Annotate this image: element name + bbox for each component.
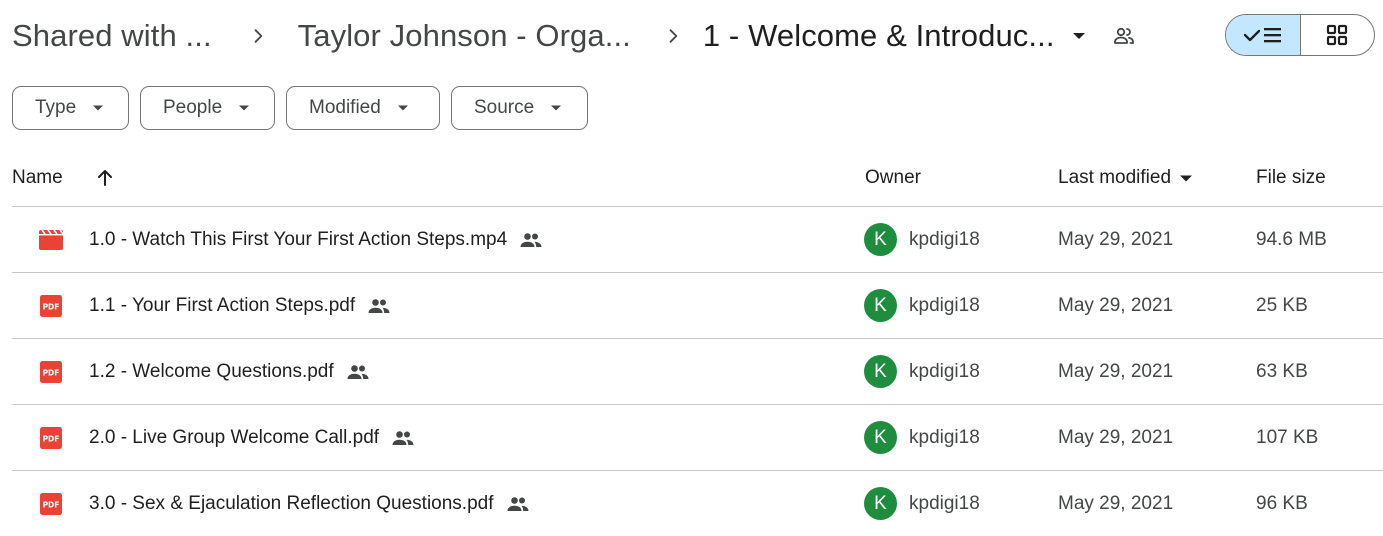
avatar: K — [864, 355, 897, 388]
list-view-button[interactable] — [1226, 15, 1301, 55]
chevron-right-icon — [663, 26, 683, 46]
pdf-file-icon: PDF — [38, 425, 64, 451]
pdf-file-icon: PDF — [38, 491, 64, 517]
people-icon — [367, 294, 391, 318]
sort-arrow-up-icon[interactable] — [93, 166, 117, 190]
caret-down-icon — [92, 102, 104, 114]
file-name[interactable]: 2.0 - Live Group Welcome Call.pdf — [89, 427, 379, 449]
table-row[interactable]: 1.0 - Watch This First Your First Action… — [12, 207, 1383, 273]
filter-people-chip[interactable]: People — [140, 86, 275, 130]
table-row[interactable]: PDF 1.2 - Welcome Questions.pdf K kpdigi… — [12, 339, 1383, 405]
caret-down-icon — [238, 102, 250, 114]
filter-people-label: People — [163, 97, 223, 118]
breadcrumb: Shared with ... Taylor Johnson - Orga...… — [12, 10, 1139, 62]
owner-name: kpdigi18 — [909, 360, 980, 382]
pdf-file-icon: PDF — [38, 293, 64, 319]
filter-bar: Type People Modified Source — [12, 86, 588, 130]
caret-down-icon — [397, 102, 409, 114]
filter-type-label: Type — [35, 97, 77, 118]
shared-folder-people-icon[interactable] — [1109, 21, 1139, 51]
table-row[interactable]: PDF 3.0 - Sex & Ejaculation Reflection Q… — [12, 471, 1383, 536]
svg-text:PDF: PDF — [43, 302, 60, 311]
chevron-right-icon — [248, 26, 268, 46]
modified-date: May 29, 2021 — [1058, 228, 1174, 250]
last-modified-column-header[interactable]: Last modified — [1058, 167, 1193, 189]
filter-modified-label: Modified — [309, 97, 381, 118]
video-file-icon — [38, 227, 64, 253]
filter-type-chip[interactable]: Type — [12, 86, 129, 130]
modified-date: May 29, 2021 — [1058, 492, 1174, 514]
last-modified-header-label: Last modified — [1058, 167, 1172, 188]
svg-text:PDF: PDF — [43, 434, 60, 443]
people-icon — [506, 492, 530, 516]
folder-actions-caret-down-icon[interactable] — [1065, 22, 1093, 50]
owner-name: kpdigi18 — [909, 492, 980, 514]
people-icon — [391, 426, 415, 450]
avatar: K — [864, 223, 897, 256]
file-size: 107 KB — [1256, 426, 1319, 448]
avatar: K — [864, 487, 897, 520]
owner-name: kpdigi18 — [909, 228, 980, 250]
modified-date: May 29, 2021 — [1058, 426, 1174, 448]
filter-modified-chip[interactable]: Modified — [286, 86, 440, 130]
grid-view-button[interactable] — [1301, 15, 1375, 55]
breadcrumb-current-folder[interactable]: 1 - Welcome & Introduc... — [703, 18, 1055, 54]
pdf-file-icon: PDF — [38, 359, 64, 385]
file-size: 63 KB — [1256, 360, 1308, 382]
breadcrumb-parent-folder[interactable]: Taylor Johnson - Orga... — [298, 18, 631, 54]
avatar: K — [864, 289, 897, 322]
avatar: K — [864, 421, 897, 454]
name-header-label: Name — [12, 167, 63, 188]
filter-source-chip[interactable]: Source — [451, 86, 588, 130]
file-size: 25 KB — [1256, 294, 1308, 316]
table-row[interactable]: PDF 1.1 - Your First Action Steps.pdf K … — [12, 273, 1383, 339]
file-size-column-header[interactable]: File size — [1256, 167, 1326, 189]
owner-column-header[interactable]: Owner — [865, 167, 921, 189]
view-toggle — [1225, 14, 1375, 56]
table-header: Name Owner Last modified File size — [12, 150, 1383, 207]
file-size: 94.6 MB — [1256, 228, 1327, 250]
people-icon — [519, 228, 543, 252]
file-name[interactable]: 1.1 - Your First Action Steps.pdf — [89, 295, 355, 317]
owner-name: kpdigi18 — [909, 426, 980, 448]
caret-down-icon — [1179, 171, 1193, 185]
breadcrumb-shared-with-me[interactable]: Shared with ... — [12, 18, 212, 54]
file-name[interactable]: 3.0 - Sex & Ejaculation Reflection Quest… — [89, 493, 494, 515]
check-list-view-icon — [1243, 28, 1281, 43]
file-size: 96 KB — [1256, 492, 1308, 514]
table-row[interactable]: PDF 2.0 - Live Group Welcome Call.pdf K … — [12, 405, 1383, 471]
modified-date: May 29, 2021 — [1058, 294, 1174, 316]
owner-name: kpdigi18 — [909, 294, 980, 316]
modified-date: May 29, 2021 — [1058, 360, 1174, 382]
caret-down-icon — [550, 102, 562, 114]
name-column-header[interactable]: Name — [12, 167, 63, 189]
grid-view-icon — [1327, 24, 1348, 46]
svg-text:PDF: PDF — [43, 368, 60, 377]
file-name[interactable]: 1.0 - Watch This First Your First Action… — [89, 229, 507, 251]
people-icon — [346, 360, 370, 384]
file-table: Name Owner Last modified File size 1.0 -… — [12, 150, 1383, 536]
file-name[interactable]: 1.2 - Welcome Questions.pdf — [89, 361, 334, 383]
filter-source-label: Source — [474, 97, 535, 118]
svg-text:PDF: PDF — [43, 500, 60, 509]
